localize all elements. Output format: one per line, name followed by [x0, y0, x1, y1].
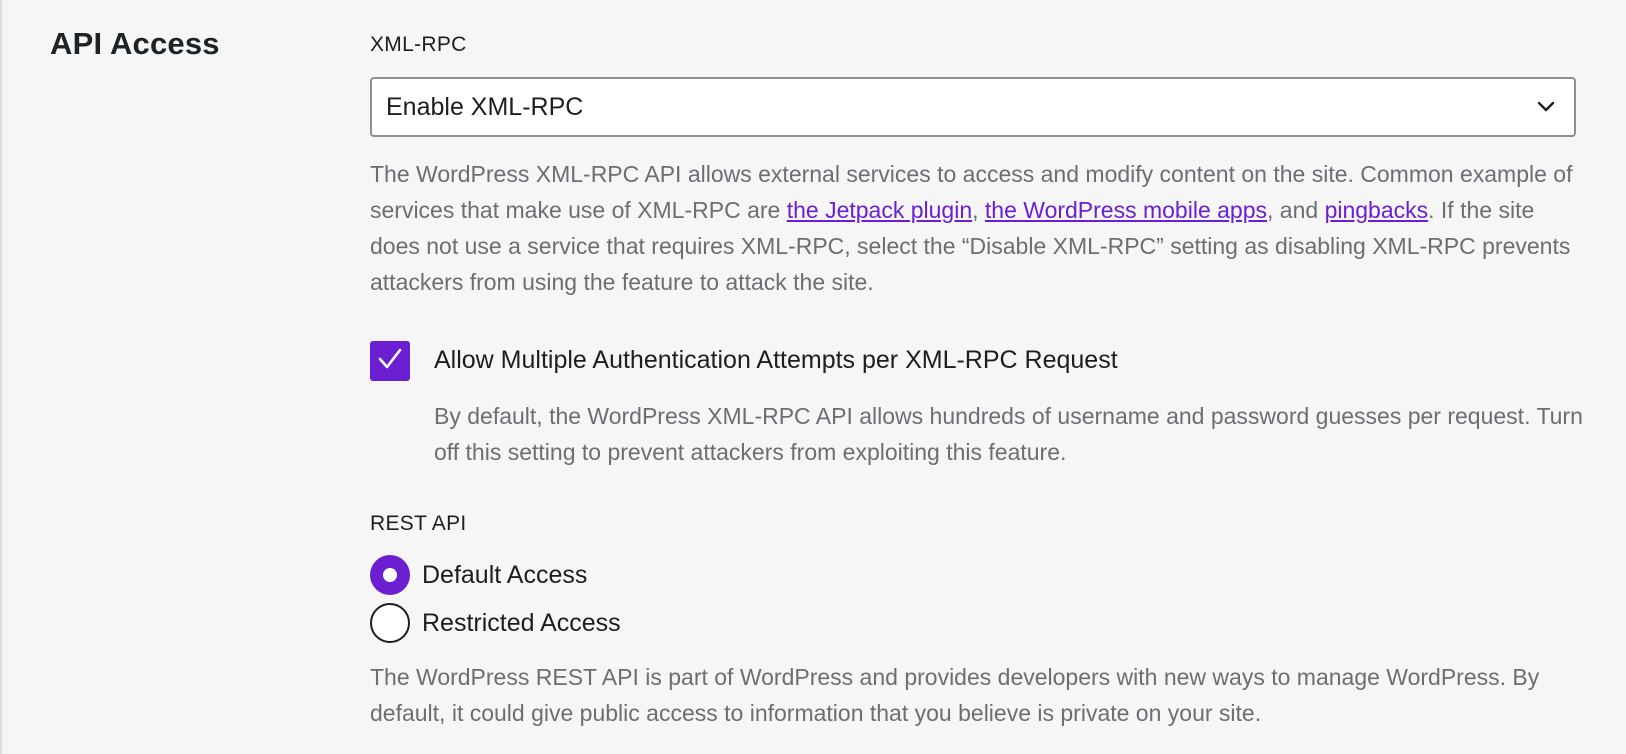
xmlrpc-description-sep1: ,	[972, 197, 985, 223]
checkmark-icon	[377, 347, 403, 376]
rest-api-label: REST API	[370, 512, 467, 535]
radio-button-restricted-access[interactable]	[370, 603, 410, 643]
multiple-auth-description: By default, the WordPress XML-RPC API al…	[434, 403, 1583, 465]
xmlrpc-description-sep2: , and	[1267, 197, 1325, 223]
chevron-down-icon	[1526, 87, 1566, 127]
radio-option-default-access[interactable]: Default Access	[370, 555, 587, 595]
radio-label-restricted-access[interactable]: Restricted Access	[422, 609, 621, 638]
xmlrpc-select[interactable]: Enable XML-RPC	[370, 77, 1576, 137]
multiple-auth-label[interactable]: Allow Multiple Authentication Attempts p…	[434, 346, 1118, 375]
radio-button-default-access[interactable]	[370, 555, 410, 595]
jetpack-plugin-link[interactable]: the Jetpack plugin	[787, 197, 972, 223]
multiple-auth-checkbox[interactable]	[370, 341, 410, 381]
wordpress-mobile-apps-link[interactable]: the WordPress mobile apps	[985, 197, 1267, 223]
xmlrpc-select-value: Enable XML-RPC	[386, 92, 584, 121]
left-divider	[0, 0, 2, 754]
radio-label-default-access[interactable]: Default Access	[422, 561, 587, 590]
radio-option-restricted-access[interactable]: Restricted Access	[370, 603, 621, 643]
xmlrpc-description: The WordPress XML-RPC API allows externa…	[370, 156, 1576, 300]
pingbacks-link[interactable]: pingbacks	[1325, 197, 1429, 223]
rest-api-description: The WordPress REST API is part of WordPr…	[370, 664, 1540, 726]
section-title: API Access	[50, 26, 220, 61]
xmlrpc-label: XML-RPC	[370, 33, 467, 56]
